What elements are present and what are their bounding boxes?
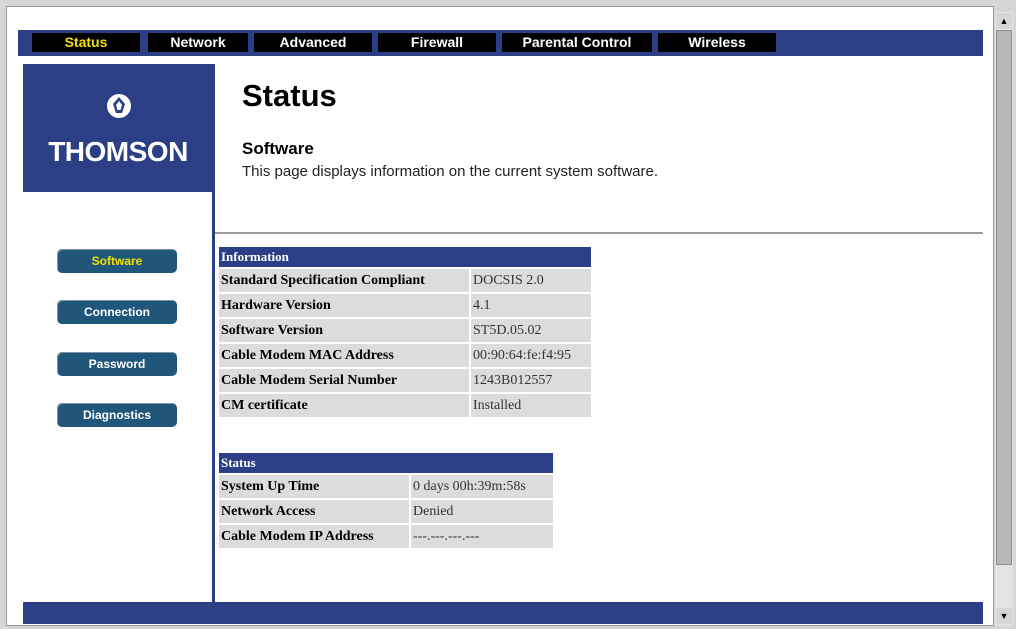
table-row: CM certificate Installed	[219, 394, 591, 417]
tab-advanced[interactable]: Advanced	[254, 33, 372, 52]
row-label: Hardware Version	[219, 294, 469, 317]
footer-bar	[23, 602, 983, 624]
thomson-logo-icon	[107, 94, 131, 118]
row-label: Cable Modem MAC Address	[219, 344, 469, 367]
tab-wireless[interactable]: Wireless	[658, 33, 776, 52]
table-row: Network Access Denied	[219, 500, 553, 523]
brand-logo-panel: THOMSON	[23, 64, 213, 192]
row-value: Installed	[471, 394, 591, 417]
row-label: System Up Time	[219, 475, 409, 498]
status-table: Status System Up Time 0 days 00h:39m:58s…	[217, 451, 555, 550]
sidebar-divider	[212, 64, 215, 602]
table-row: Hardware Version 4.1	[219, 294, 591, 317]
information-table: Information Standard Specification Compl…	[217, 245, 593, 419]
content-divider	[215, 232, 983, 234]
row-value: ---.---.---.---	[411, 525, 553, 548]
table-row: Cable Modem Serial Number 1243B012557	[219, 369, 591, 392]
top-nav-bar: Status Network Advanced Firewall Parenta…	[18, 30, 983, 56]
information-table-header: Information	[219, 247, 591, 267]
sidebar-item-diagnostics[interactable]: Diagnostics	[57, 403, 177, 427]
tab-network[interactable]: Network	[148, 33, 248, 52]
row-value: Denied	[411, 500, 553, 523]
row-value: 4.1	[471, 294, 591, 317]
brand-name: THOMSON	[48, 136, 188, 167]
table-row: Cable Modem IP Address ---.---.---.---	[219, 525, 553, 548]
row-value: ST5D.05.02	[471, 319, 591, 342]
scroll-down-icon[interactable]: ▼	[996, 608, 1012, 624]
row-label: Network Access	[219, 500, 409, 523]
tab-status[interactable]: Status	[32, 33, 140, 52]
status-table-header: Status	[219, 453, 553, 473]
row-value: 0 days 00h:39m:58s	[411, 475, 553, 498]
row-label: Standard Specification Compliant	[219, 269, 469, 292]
page-title: Status	[242, 78, 337, 113]
scroll-up-icon[interactable]: ▲	[996, 13, 1012, 29]
row-value: DOCSIS 2.0	[471, 269, 591, 292]
sidebar-item-password[interactable]: Password	[57, 352, 177, 376]
table-row: Software Version ST5D.05.02	[219, 319, 591, 342]
sidebar-item-software[interactable]: Software	[57, 249, 177, 273]
tab-firewall[interactable]: Firewall	[378, 33, 496, 52]
section-description: This page displays information on the cu…	[242, 163, 659, 180]
row-label: Cable Modem Serial Number	[219, 369, 469, 392]
sidebar-item-connection[interactable]: Connection	[57, 300, 177, 324]
table-row: Cable Modem MAC Address 00:90:64:fe:f4:9…	[219, 344, 591, 367]
scrollbar-thumb[interactable]	[996, 30, 1012, 565]
tab-parental-control[interactable]: Parental Control	[502, 33, 652, 52]
row-label: Cable Modem IP Address	[219, 525, 409, 548]
row-label: CM certificate	[219, 394, 469, 417]
table-row: System Up Time 0 days 00h:39m:58s	[219, 475, 553, 498]
row-label: Software Version	[219, 319, 469, 342]
section-title: Software	[242, 139, 314, 158]
table-row: Standard Specification Compliant DOCSIS …	[219, 269, 591, 292]
row-value: 1243B012557	[471, 369, 591, 392]
row-value: 00:90:64:fe:f4:95	[471, 344, 591, 367]
